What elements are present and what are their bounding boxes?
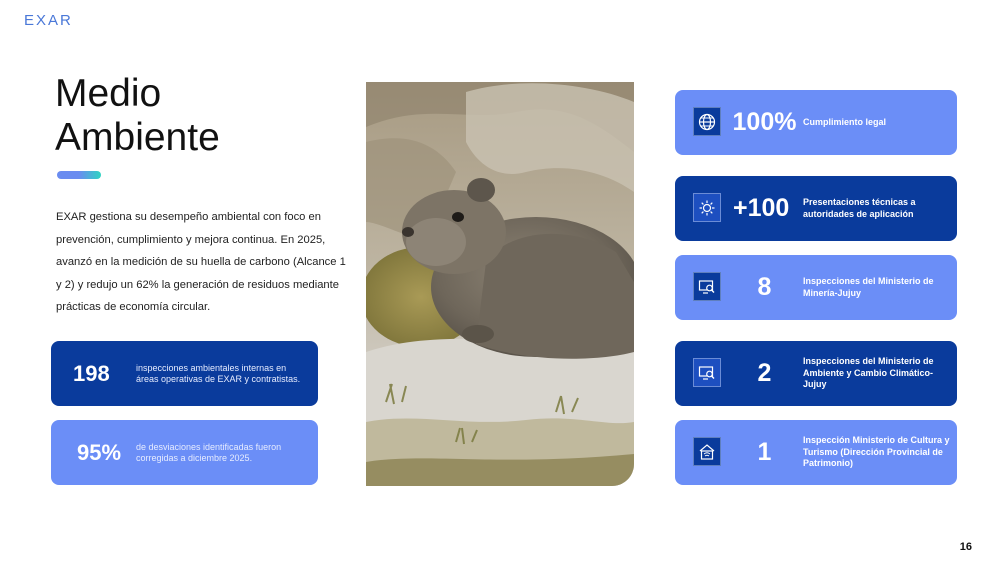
title-line-2: Ambiente [55,116,220,159]
stat-description: inspecciones ambientales internas en áre… [136,362,301,384]
kpi-label: Inspecciones del Ministerio de Ambiente … [803,356,934,390]
page-number: 16 [959,541,972,553]
stat-card-inspections: 198 inspecciones ambientales internas en… [51,341,318,406]
kpi-label: Presentaciones técnicas a autoridades de… [803,197,916,219]
page-title: Medio Ambiente [55,72,315,160]
kpi-value: 100% [732,108,797,136]
stat-description: de desviaciones identificadas fueron cor… [136,441,282,463]
title-line-1: Medio [55,72,162,115]
exar-logo: EXAR [24,11,73,29]
stat-value: 95% [77,439,122,465]
kpi-label: Inspecciones del Ministerio de Minería-J… [803,276,934,298]
inspection-monitor-icon [693,272,721,301]
kpi-legal-compliance: 100% Cumplimiento legal [675,90,957,155]
logo-text: EXAR [24,11,73,29]
kpi-technical-presentations: +100 Presentaciones técnicas a autoridad… [675,176,957,241]
kpi-culture-inspection: 1 Inspección Ministerio de Cultura y Tur… [675,420,957,485]
intro-paragraph: EXAR gestiona su desempeño ambiental con… [56,211,346,314]
kpi-environment-inspections: 2 Inspecciones del Ministerio de Ambient… [675,341,957,406]
kpi-mining-inspections: 8 Inspecciones del Ministerio de Minería… [675,255,957,320]
rodent-photo [366,82,634,486]
stat-card-deviations: 95% de desviaciones identificadas fueron… [51,420,318,485]
kpi-value: 2 [757,359,772,387]
title-accent-bar [57,171,101,179]
inspection-monitor-icon [693,358,721,387]
kpi-label: Inspección Ministerio de Cultura y Turis… [803,435,950,469]
gear-network-icon [693,193,721,222]
kpi-label: Cumplimiento legal [803,116,887,127]
kpi-value: 8 [757,273,772,301]
heritage-house-icon [693,437,721,466]
kpi-value: +100 [733,194,790,222]
stat-value: 198 [73,360,110,386]
globe-icon [693,107,721,136]
kpi-value: 1 [757,438,772,466]
